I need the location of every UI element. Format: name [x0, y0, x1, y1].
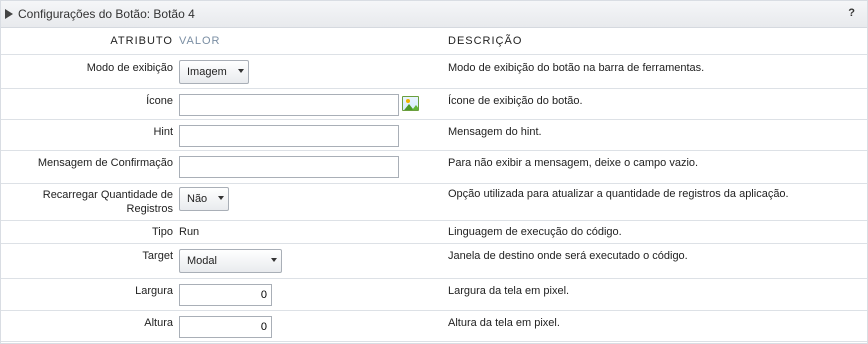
width-input[interactable]	[179, 284, 272, 306]
table-header: ATRIBUTO VALOR DESCRIÇÃO	[1, 28, 867, 55]
reload-count-selected: Não	[187, 193, 208, 205]
header-description: DESCRIÇÃO	[448, 35, 523, 47]
panel-titlebar[interactable]: Configurações do Botão: Botão 4 ?	[1, 1, 867, 28]
row-display-mode: Modo de exibição Imagem Modo de exibição…	[1, 55, 867, 89]
desc-target: Janela de destino onde será executado o …	[448, 250, 688, 262]
header-attribute: ATRIBUTO	[110, 35, 173, 47]
label-target: Target	[142, 250, 173, 262]
value-hint	[179, 120, 448, 150]
value-type: Run	[179, 221, 448, 243]
expand-icon[interactable]	[5, 9, 13, 19]
label-width: Largura	[135, 285, 173, 297]
label-height: Altura	[144, 317, 173, 329]
desc-hint: Mensagem do hint.	[448, 126, 542, 138]
label-confirm-message: Mensagem de Confirmação	[37, 157, 173, 169]
value-height	[179, 311, 448, 341]
desc-confirm-message: Para não exibir a mensagem, deixe o camp…	[448, 157, 699, 169]
row-type: Tipo Run Linguagem de execução do código…	[1, 221, 867, 244]
row-target: Target Modal Janela de destino onde será…	[1, 244, 867, 279]
desc-width: Largura da tela em pixel.	[448, 285, 570, 297]
row-width: Largura Largura da tela em pixel.	[1, 279, 867, 311]
desc-reload-count: Opção utilizada para atualizar a quantid…	[448, 188, 789, 200]
value-width	[179, 279, 448, 310]
label-reload-count-line2: Registros	[126, 203, 173, 215]
chevron-down-icon	[218, 196, 224, 200]
label-type: Tipo	[152, 226, 173, 238]
target-selected: Modal	[187, 255, 217, 267]
label-display-mode: Modo de exibição	[86, 62, 173, 74]
header-value: VALOR	[179, 35, 221, 47]
value-target: Modal	[179, 244, 448, 278]
row-reload-count: Recarregar Quantidade de Registros Não O…	[1, 184, 867, 221]
display-mode-selected: Imagem	[187, 66, 227, 78]
height-input[interactable]	[179, 316, 272, 338]
chevron-down-icon	[271, 258, 277, 262]
desc-display-mode: Modo de exibição do botão na barra de fe…	[448, 62, 705, 74]
reload-count-select[interactable]: Não	[179, 187, 229, 211]
value-icon	[179, 89, 448, 119]
label-hint: Hint	[153, 126, 173, 138]
icon-input[interactable]	[179, 94, 399, 116]
help-button[interactable]: ?	[848, 7, 855, 19]
button-settings-panel: Configurações do Botão: Botão 4 ? ATRIBU…	[0, 0, 868, 344]
target-select[interactable]: Modal	[179, 249, 282, 273]
row-height: Altura Altura da tela em pixel.	[1, 311, 867, 342]
image-picker-icon[interactable]	[402, 96, 419, 111]
row-confirm-message: Mensagem de Confirmação Para não exibir …	[1, 151, 867, 184]
confirm-message-input[interactable]	[179, 156, 399, 178]
row-hint: Hint Mensagem do hint.	[1, 120, 867, 151]
value-confirm-message	[179, 151, 448, 183]
type-value: Run	[179, 226, 200, 238]
panel-title: Configurações do Botão: Botão 4	[18, 7, 195, 21]
value-reload-count: Não	[179, 184, 448, 220]
value-display-mode: Imagem	[179, 55, 448, 88]
row-icon: Ícone Ícone de exibição do botão.	[1, 89, 867, 120]
desc-height: Altura da tela em pixel.	[448, 317, 560, 329]
desc-type: Linguagem de execução do código.	[448, 226, 622, 238]
label-icon: Ícone	[146, 95, 173, 107]
label-reload-count: Recarregar Quantidade de Registros	[1, 184, 179, 220]
label-reload-count-line1: Recarregar Quantidade de	[42, 189, 173, 201]
display-mode-select[interactable]: Imagem	[179, 60, 249, 84]
hint-input[interactable]	[179, 125, 399, 147]
chevron-down-icon	[238, 69, 244, 73]
desc-icon: Ícone de exibição do botão.	[448, 95, 583, 107]
